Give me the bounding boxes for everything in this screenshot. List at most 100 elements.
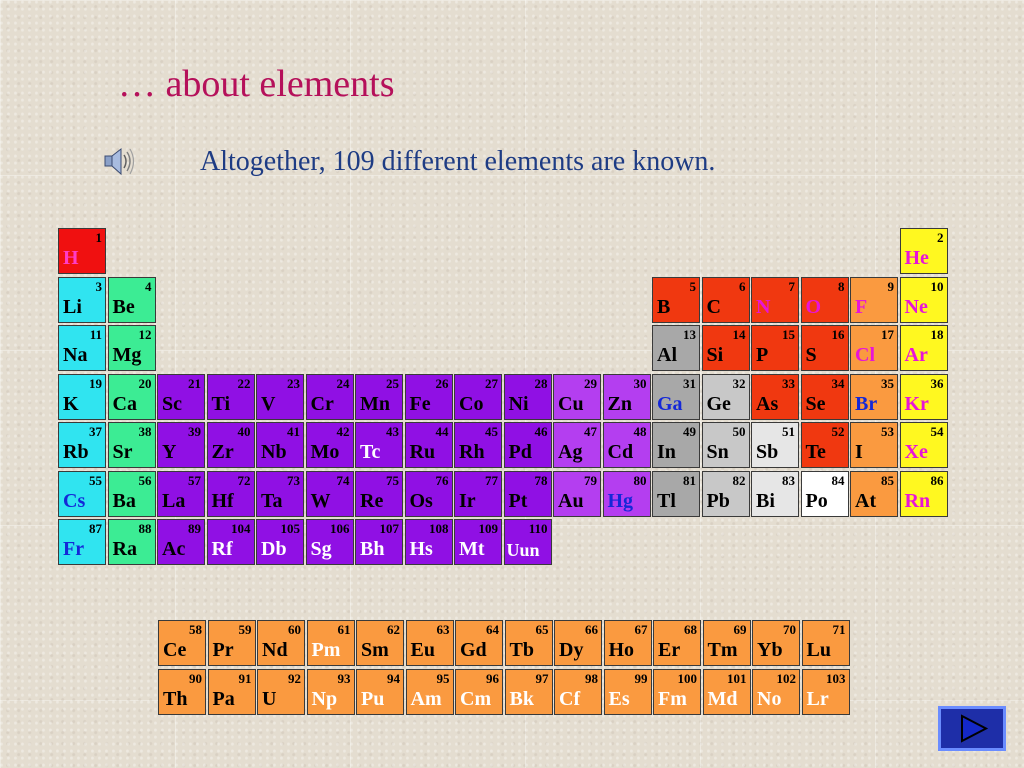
element-symbol: I [855, 441, 863, 463]
element-cell-br: 35 Br [850, 373, 898, 420]
element-symbol: Xe [904, 441, 928, 463]
element-cell-sn: 50 Sn [701, 422, 750, 468]
speaker-icon[interactable] [101, 144, 137, 180]
element-symbol: Bk [509, 687, 534, 710]
element-cell-pd: 46 Pd [503, 422, 552, 468]
element-cell-db: 105 Db [256, 519, 304, 565]
element-symbol: Ra [112, 538, 137, 560]
element-cell-te: 52 Te [800, 422, 849, 468]
next-slide-button[interactable] [938, 706, 1006, 751]
element-symbol: Ge [706, 392, 731, 415]
element-symbol: Nb [261, 441, 287, 463]
element-cell-cl: 17 Cl [850, 325, 898, 371]
element-symbol: Gd [460, 639, 487, 661]
atomic-number: 18 [930, 327, 944, 342]
element-symbol: Zr [211, 441, 234, 463]
atomic-number: 88 [138, 521, 152, 536]
element-symbol: Hg [607, 489, 634, 512]
atomic-number: 101 [727, 670, 747, 686]
element-symbol: Re [360, 489, 384, 512]
atomic-number: 51 [782, 424, 795, 439]
element-cell-be: 4 Be [107, 276, 156, 323]
atomic-number: 100 [677, 670, 698, 686]
element-symbol: Yb [757, 639, 783, 661]
atomic-number: 77 [485, 472, 498, 488]
atomic-number: 66 [585, 622, 598, 637]
element-cell-s: 16 S [800, 325, 849, 371]
element-cell-tc: 43 Tc [355, 422, 403, 468]
atomic-number: 11 [89, 327, 102, 342]
element-cell-se: 34 Se [800, 373, 849, 420]
atomic-number: 84 [831, 472, 845, 488]
element-cell-li: 3 Li [58, 276, 106, 323]
atomic-number: 14 [732, 327, 746, 342]
element-symbol: Ir [459, 489, 476, 512]
element-cell-na: 11 Na [58, 325, 106, 371]
atomic-number: 36 [930, 375, 944, 391]
element-cell-pm: 61 Pm [306, 620, 355, 666]
element-symbol: Uun [506, 540, 540, 560]
atomic-number: 71 [832, 622, 846, 637]
atomic-number: 30 [633, 375, 647, 391]
element-symbol: Sm [361, 639, 389, 661]
element-cell-zn: 30 Zn [602, 373, 651, 420]
element-symbol: Pb [706, 489, 730, 512]
element-cell-au: 79 Au [553, 470, 601, 517]
element-cell-sm: 62 Sm [356, 620, 404, 666]
atomic-number: 8 [838, 278, 845, 294]
element-symbol: Hs [409, 538, 433, 560]
element-cell-cs: 55 Cs [58, 470, 106, 517]
atomic-number: 62 [387, 622, 400, 637]
element-symbol: La [162, 489, 186, 512]
element-cell-ru: 44 Ru [404, 422, 453, 468]
element-cell-tb: 65 Tb [504, 620, 553, 666]
element-cell-fr: 87 Fr [58, 519, 106, 565]
atomic-number: 7 [788, 278, 796, 294]
element-symbol: Cm [460, 687, 492, 710]
element-symbol: Sr [112, 441, 133, 463]
element-symbol: Ho [608, 639, 635, 661]
element-cell-fm: 100 Fm [653, 668, 701, 715]
element-symbol: As [756, 392, 779, 415]
element-symbol: Bh [360, 538, 385, 560]
element-cell-ni: 28 Ni [503, 373, 552, 420]
element-cell-mn: 25 Mn [355, 373, 403, 420]
element-symbol: Lu [806, 639, 831, 661]
atomic-number: 27 [485, 375, 498, 391]
element-cell-lr: 103 Lr [801, 668, 850, 715]
element-cell-at: 85 At [850, 470, 898, 517]
element-symbol: Ni [508, 392, 529, 415]
atomic-number: 54 [930, 424, 944, 439]
element-symbol: Rb [63, 441, 89, 463]
element-symbol: Br [855, 392, 878, 415]
element-cell-tm: 69 Tm [702, 620, 751, 666]
element-cell-zr: 40 Zr [206, 422, 255, 468]
element-symbol: Tb [509, 639, 534, 661]
element-cell-cr: 24 Cr [305, 373, 354, 420]
element-symbol: Bi [756, 489, 775, 512]
atomic-number: 68 [684, 622, 697, 637]
element-cell-cf: 98 Cf [554, 668, 602, 715]
element-symbol: Ga [657, 392, 683, 415]
element-cell-xe: 54 Xe [899, 422, 948, 468]
element-symbol: Cf [559, 687, 581, 710]
element-cell-sb: 51 Sb [751, 422, 799, 468]
atomic-number: 31 [683, 375, 696, 391]
element-cell-lu: 71 Lu [801, 620, 850, 666]
atomic-number: 64 [486, 622, 499, 637]
element-cell-os: 76 Os [404, 470, 453, 517]
element-symbol: Y [162, 441, 177, 463]
element-symbol: Pt [508, 489, 528, 512]
element-cell-co: 27 Co [454, 373, 502, 420]
element-cell-si: 14 Si [701, 325, 750, 371]
element-symbol: In [657, 441, 676, 463]
atomic-number: 59 [238, 622, 252, 637]
atomic-number: 34 [831, 375, 845, 391]
element-cell-i: 53 I [850, 422, 898, 468]
atomic-number: 76 [435, 472, 449, 488]
atomic-number: 39 [188, 424, 201, 439]
element-symbol: Eu [410, 639, 435, 661]
element-symbol: H [63, 247, 79, 269]
element-symbol: Mg [112, 344, 142, 366]
element-symbol: Be [112, 295, 135, 318]
